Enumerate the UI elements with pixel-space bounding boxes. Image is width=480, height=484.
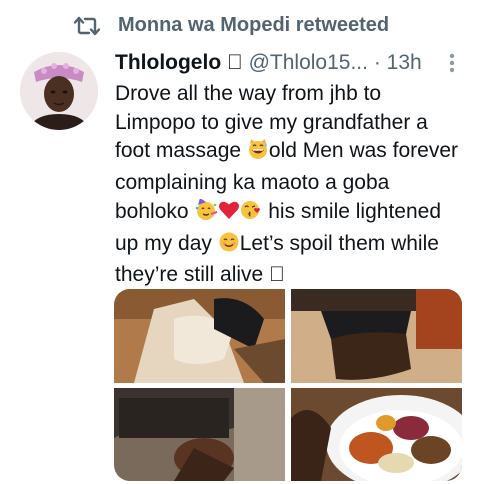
retweet-label[interactable]: Monna wa Mopedi retweeted (118, 14, 389, 37)
partying-face-emoji (194, 197, 218, 230)
end-glyph: 􀀀 (269, 263, 285, 287)
media-grid (114, 289, 462, 481)
smiling-face-emoji (218, 231, 240, 262)
more-vertical-icon[interactable] (448, 52, 456, 74)
tweet-text: Drove all the way from jhb to Limpopo to… (115, 80, 460, 290)
name-glyph: 􀀀 (227, 51, 243, 74)
face-blowing-kiss-emoji (240, 199, 262, 230)
photo-legs-2[interactable] (291, 289, 462, 383)
display-name[interactable]: Thlologelo (115, 51, 221, 74)
separator-dot: · (373, 51, 381, 74)
retweet-context: Monna wa Mopedi retweeted (0, 0, 480, 50)
photo-plate-food-4[interactable] (291, 388, 462, 481)
red-heart-emoji (218, 199, 240, 230)
tweet-header: Thlologelo 􀀀 @Thlolo15... · 13h (115, 51, 465, 83)
photo-massage-1[interactable] (114, 289, 285, 383)
avatar[interactable] (20, 52, 98, 130)
tweet-time[interactable]: 13h (387, 51, 422, 74)
grinning-cat-sweat-emoji (247, 138, 269, 169)
retweet-icon (73, 15, 101, 37)
user-handle[interactable]: @Thlolo15... (249, 51, 368, 74)
photo-feet-fire-3[interactable] (114, 388, 285, 481)
